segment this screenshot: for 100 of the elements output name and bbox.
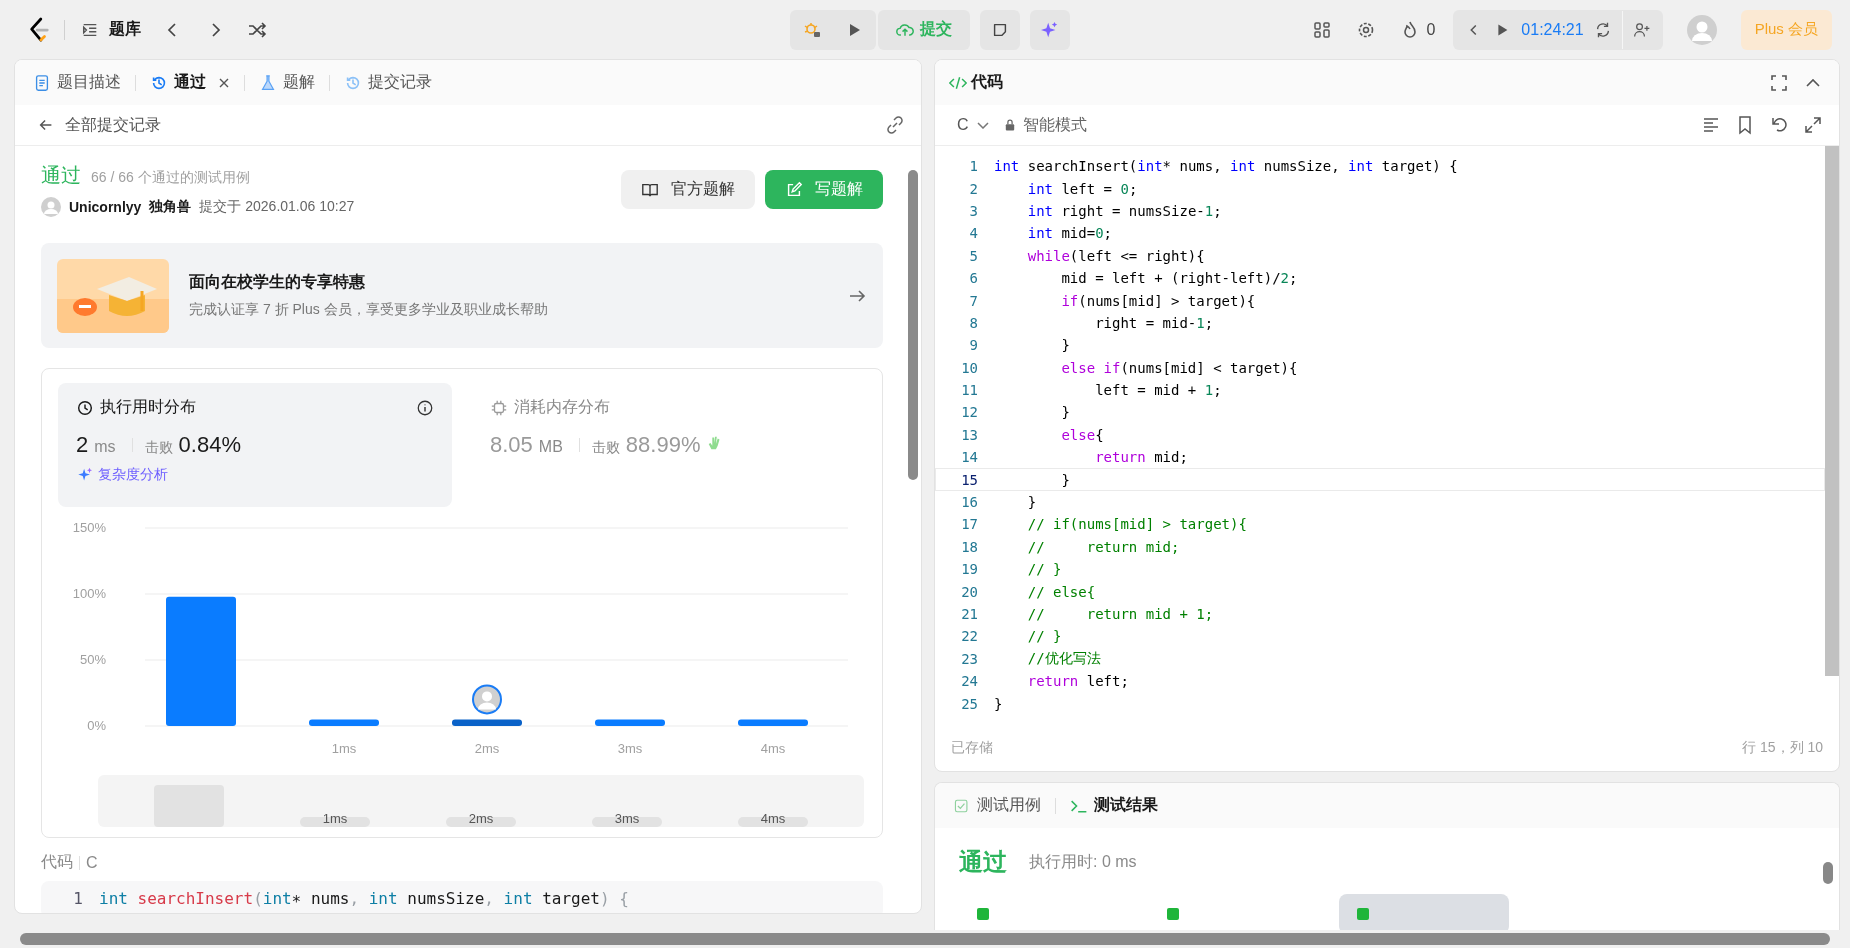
line-number: 18 xyxy=(960,538,979,555)
line-number: 11 xyxy=(960,382,979,399)
code-line: if(nums[mid] > target){ xyxy=(1060,292,1256,309)
link-icon[interactable] xyxy=(885,115,905,135)
timer-text: 01:24:21 xyxy=(1521,20,1584,39)
code-line: else{ xyxy=(1060,426,1104,443)
code-line: // else{ xyxy=(1026,583,1096,600)
mode-label: 智能模式 xyxy=(1022,114,1087,135)
line-number: 9 xyxy=(968,337,979,354)
line-number: 15 xyxy=(960,471,979,488)
code-line: int right = numsSize-1; xyxy=(1026,202,1222,219)
sparkle-button[interactable] xyxy=(1030,9,1070,50)
note-button[interactable] xyxy=(980,9,1020,50)
y-axis-label: 100% xyxy=(72,586,106,601)
beats-label: 击败 xyxy=(144,439,173,457)
promo-description: 完成认证享 7 折 Plus 会员，享受更多学业及职业成长帮助 xyxy=(189,301,549,319)
sparkle-icon xyxy=(1041,20,1059,39)
promo-banner[interactable]: 面向在校学生的专享特惠 完成认证享 7 折 Plus 会员，享受更多学业及职业成长帮助 xyxy=(41,243,883,348)
line-number: 24 xyxy=(960,673,979,690)
line-number: 7 xyxy=(968,292,979,309)
line-number: 20 xyxy=(960,583,979,600)
code-line: // return mid; xyxy=(1026,538,1180,555)
stat-title: 执行用时分布 xyxy=(100,397,196,417)
code-line: return left; xyxy=(1026,673,1129,690)
y-axis-label: 150% xyxy=(72,520,106,535)
flask-icon xyxy=(259,73,277,92)
code-language: C xyxy=(86,853,98,872)
panel-tab[interactable]: 测试用例 xyxy=(949,795,1045,816)
document-icon xyxy=(33,73,51,92)
line-number: 21 xyxy=(960,606,979,622)
fullscreen-icon[interactable] xyxy=(1769,72,1789,93)
navigator-label: 2ms xyxy=(468,811,494,826)
problem-list-button[interactable]: 题库 xyxy=(81,19,141,40)
navigator-bar xyxy=(154,785,224,827)
x-axis-label: 1ms xyxy=(331,741,357,756)
beats-percentage: 0.84% xyxy=(178,432,241,458)
user-avatar-marker xyxy=(472,684,502,715)
navigator-label: 1ms xyxy=(322,811,348,826)
info-icon[interactable] xyxy=(416,398,434,417)
code-line: int mid=0; xyxy=(1026,225,1113,242)
stat-title: 消耗内存分布 xyxy=(514,397,610,417)
logo-icon[interactable] xyxy=(28,16,50,43)
complexity-analysis-link[interactable]: 复杂度分析 xyxy=(76,466,168,484)
line-number: 3 xyxy=(968,202,979,219)
code-line: while(left <= right){ xyxy=(1026,247,1205,264)
solution-button[interactable]: 官方题解 xyxy=(621,170,755,209)
user-name[interactable]: Unicornlyy xyxy=(69,199,142,215)
x-axis-label: 2ms xyxy=(474,741,500,756)
line-number: 13 xyxy=(960,426,979,443)
line-number: 5 xyxy=(968,247,979,264)
save-status: 已存储 xyxy=(951,739,993,757)
line-number: 12 xyxy=(960,404,979,421)
stat-card[interactable]: 消耗内存分布 8.05 MB 击败 88.99% xyxy=(472,383,866,507)
promo-title: 面向在校学生的专享特惠 xyxy=(189,272,366,292)
runtime-text: 执行用时: 0 ms xyxy=(1029,851,1137,872)
result-status: 通过 xyxy=(959,847,1007,877)
line-number: 8 xyxy=(968,314,979,331)
panel-tab[interactable]: 题解 xyxy=(255,72,319,93)
streak-count: 0 xyxy=(1426,20,1436,39)
language-select[interactable]: C xyxy=(957,116,989,134)
stat-card[interactable]: 执行用时分布 2 ms 击败 0.84% 复杂度分析 xyxy=(58,383,452,507)
code-line: } xyxy=(1026,494,1037,511)
code-line: // return mid + 1; xyxy=(1026,606,1214,622)
code-line: // } xyxy=(1026,561,1062,578)
panel-tab[interactable]: 测试结果 xyxy=(1066,795,1162,816)
panel-tab[interactable]: 通过 xyxy=(146,72,234,93)
code-line: int searchInsert(int* nums, int numsSize, int target) { xyxy=(994,158,1458,175)
x-axis-label: 4ms xyxy=(760,741,786,756)
line-number: 2 xyxy=(968,180,979,197)
expand-icon[interactable] xyxy=(1803,115,1823,135)
chart-bar[interactable] xyxy=(452,719,522,726)
y-axis-label: 0% xyxy=(87,718,106,733)
x-axis-label: 3ms xyxy=(617,741,643,756)
code-line: // if(nums[mid] > target){ xyxy=(1026,516,1247,533)
stat-unit: MB xyxy=(538,438,563,456)
navigator-label: 4ms xyxy=(760,811,786,826)
add-user-icon[interactable] xyxy=(1632,20,1651,39)
grid-icon[interactable] xyxy=(1312,19,1333,40)
back-link[interactable]: 全部提交记录 xyxy=(37,114,161,136)
line-number: 10 xyxy=(960,359,979,376)
code-line: } xyxy=(1060,337,1070,354)
code-line: else if(nums[mid] < target){ xyxy=(1060,359,1298,376)
scrollbar[interactable] xyxy=(1825,146,1839,676)
undo-icon[interactable] xyxy=(1769,115,1789,135)
user-avatar xyxy=(41,197,61,217)
line-number: 1 xyxy=(968,158,979,175)
line-number: 14 xyxy=(960,449,979,466)
code-line: } xyxy=(1060,471,1070,488)
stat-value: 8.05 xyxy=(490,432,533,458)
panel-tab[interactable]: 题目描述 xyxy=(29,72,125,93)
chip-icon xyxy=(490,398,508,417)
code-line: left = mid + 1; xyxy=(1094,382,1222,399)
caret-icon xyxy=(976,121,989,129)
panel-tab[interactable]: 提交记录 xyxy=(340,72,436,93)
close-icon[interactable] xyxy=(218,76,230,89)
code-line: int searchInsert(int∗ nums, int numsSize, int target) { xyxy=(99,889,629,908)
shuffle-icon[interactable] xyxy=(247,19,267,40)
stat-unit: ms xyxy=(94,438,116,456)
format-icon[interactable] xyxy=(1701,115,1721,135)
line-number: 6 xyxy=(968,270,979,287)
